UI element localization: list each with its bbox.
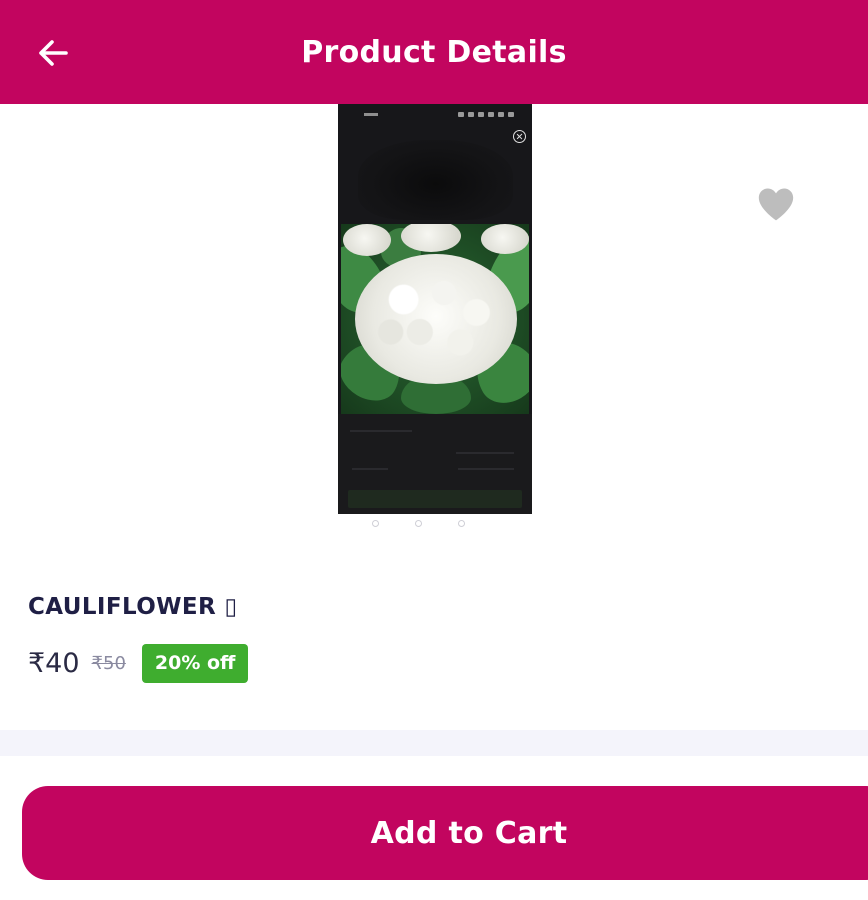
product-image-carousel[interactable] bbox=[0, 104, 868, 544]
image-shadow bbox=[358, 140, 513, 220]
price-row: ₹40 ₹50 20% off bbox=[28, 640, 249, 686]
add-to-cart-label: Add to Cart bbox=[370, 815, 568, 851]
back-button[interactable] bbox=[30, 30, 76, 76]
arrow-left-icon bbox=[39, 40, 68, 66]
app-bar: Product Details bbox=[0, 0, 868, 104]
heart-icon bbox=[758, 188, 794, 221]
add-to-cart-button[interactable]: Add to Cart bbox=[22, 786, 868, 880]
discount-badge: 20% off bbox=[141, 643, 249, 683]
original-price: ₹50 bbox=[91, 652, 126, 674]
selling-price: ₹40 bbox=[28, 647, 80, 679]
status-time-marks bbox=[364, 110, 378, 118]
favorite-button[interactable] bbox=[756, 186, 798, 226]
page-title: Product Details bbox=[301, 34, 567, 70]
status-icons bbox=[458, 111, 514, 117]
carousel-indicators[interactable] bbox=[372, 520, 465, 527]
section-divider bbox=[0, 730, 868, 756]
carousel-dot[interactable] bbox=[415, 520, 422, 527]
product-image bbox=[338, 104, 532, 514]
image-status-bar bbox=[338, 104, 532, 124]
close-icon bbox=[513, 130, 526, 143]
carousel-dot[interactable] bbox=[458, 520, 465, 527]
image-lower-panel bbox=[338, 414, 532, 514]
carousel-dot[interactable] bbox=[372, 520, 379, 527]
cauliflower-photo bbox=[341, 224, 529, 414]
product-name: CAULIFLOWER ▯ bbox=[28, 594, 238, 620]
